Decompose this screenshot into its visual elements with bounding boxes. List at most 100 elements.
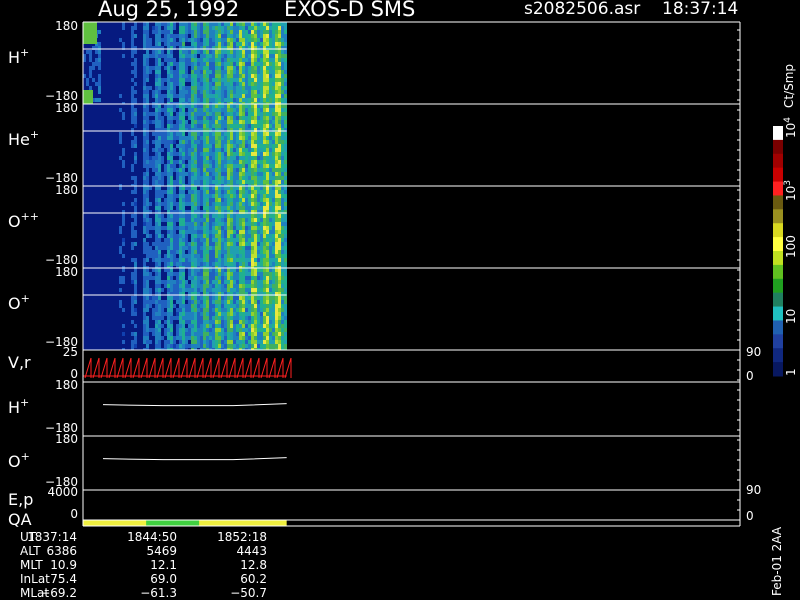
spectrogram-cell — [221, 42, 224, 46]
spectrogram-cell — [203, 276, 206, 280]
spectrogram-cell — [263, 26, 266, 30]
spectrogram-cell — [188, 26, 191, 30]
spectrogram-cell — [158, 144, 161, 148]
spectrogram-cell — [266, 312, 269, 316]
spectrogram-cell — [164, 202, 167, 206]
spectrogram-cell — [269, 304, 272, 308]
spectrogram-cell — [257, 30, 260, 34]
spectrogram-cell — [242, 26, 245, 30]
spectrogram-cell — [233, 82, 236, 86]
spectrogram-cell — [260, 176, 263, 180]
spectrogram-cell — [245, 242, 248, 246]
spectrogram-cell — [218, 320, 221, 324]
spectrogram-cell — [176, 152, 179, 156]
spectrogram-cell — [224, 78, 227, 82]
spectrogram-cell — [182, 112, 185, 116]
orbit-value: 4443 — [236, 544, 267, 558]
spectrogram-cell — [254, 98, 257, 102]
spectrogram-cell — [281, 320, 284, 324]
spectrogram-cell — [185, 26, 188, 30]
spectrogram-cell — [182, 300, 185, 304]
spectrogram-cell — [284, 86, 287, 90]
spectrogram-cell — [269, 234, 272, 238]
spectrogram-cell — [278, 164, 281, 168]
spectrogram-cell — [266, 120, 269, 124]
spectrogram-cell — [149, 254, 152, 258]
spectrogram-cell — [278, 218, 281, 222]
spectrogram-cell — [173, 34, 176, 38]
spectrogram-cell — [275, 120, 278, 124]
spectrogram-cell — [149, 328, 152, 332]
line-panel-0-bg — [83, 382, 740, 436]
spectrogram-cell — [158, 268, 161, 272]
spectrogram-cell — [191, 38, 194, 42]
ep-ytick-bottom: 0 — [70, 507, 78, 521]
spectrogram-cell — [188, 94, 191, 98]
spectrogram-cell — [266, 268, 269, 272]
spectrogram-cell — [170, 332, 173, 336]
spectrogram-cell — [254, 262, 257, 266]
spectrogram-cell — [131, 112, 134, 116]
spectrogram-cell — [146, 112, 149, 116]
spectrogram-cell — [152, 54, 155, 58]
spectrogram-cell — [239, 132, 242, 136]
spectrogram-cell — [170, 156, 173, 160]
spectrogram-cell — [227, 308, 230, 312]
spectrogram-cell — [134, 140, 137, 144]
spectrogram-cell — [215, 156, 218, 160]
spectrogram-cell — [236, 280, 239, 284]
spectrogram-cell — [206, 202, 209, 206]
spectrogram-cell — [161, 176, 164, 180]
spectrogram-cell — [221, 38, 224, 42]
spectrogram-cell — [218, 74, 221, 78]
spectrogram-cell — [278, 316, 281, 320]
spectrogram-cell — [203, 284, 206, 288]
spectrogram-cell — [257, 120, 260, 124]
spectrogram-cell — [251, 262, 254, 266]
spectrogram-cell — [269, 38, 272, 42]
spectrogram-cell — [281, 242, 284, 246]
spectrogram-cell — [200, 38, 203, 42]
spectrogram-cell — [191, 54, 194, 58]
spectrogram-cell — [230, 140, 233, 144]
spectrogram-cell — [161, 136, 164, 140]
spectrogram-cell — [176, 116, 179, 120]
spectrogram-cell — [227, 222, 230, 226]
spectrogram-cell — [227, 328, 230, 332]
spectrogram-cell — [263, 284, 266, 288]
spectrogram-cell — [275, 38, 278, 42]
spectrogram-cell — [242, 202, 245, 206]
spectrogram-cell — [131, 98, 134, 102]
spectrogram-cell — [281, 296, 284, 300]
spectrogram-cell — [143, 94, 146, 98]
spectrogram-cell — [278, 222, 281, 226]
spectrogram-cell — [218, 194, 221, 198]
spectrogram-cell — [173, 254, 176, 258]
spectrogram-cell — [170, 140, 173, 144]
spectrogram-cell — [263, 258, 266, 262]
spectrogram-cell — [176, 250, 179, 254]
spectrogram-cell — [239, 214, 242, 218]
spectrogram-cell — [149, 246, 152, 250]
spectrogram-cell — [161, 120, 164, 124]
spectrogram-cell — [188, 320, 191, 324]
spectrogram-cell — [251, 124, 254, 128]
spectrogram-cell — [155, 140, 158, 144]
panel-1 — [83, 104, 740, 188]
spectrogram-cell — [155, 202, 158, 206]
spectrogram-cell — [212, 38, 215, 42]
spectrogram-cell — [212, 190, 215, 194]
spectrogram-cell — [272, 132, 275, 136]
spectrogram-cell — [215, 136, 218, 140]
spectrogram-cell — [188, 186, 191, 190]
spectrogram-cell — [173, 250, 176, 254]
spectrogram-cell — [272, 242, 275, 246]
spectrogram-cell — [236, 112, 239, 116]
spectrogram-cell — [224, 74, 227, 78]
spectrogram-cell — [215, 328, 218, 332]
spectrogram-cell — [272, 42, 275, 46]
spectrogram-cell — [215, 234, 218, 238]
spectrogram-cell — [245, 234, 248, 238]
spectrogram-cell — [179, 82, 182, 86]
spectrogram-cell — [209, 280, 212, 284]
